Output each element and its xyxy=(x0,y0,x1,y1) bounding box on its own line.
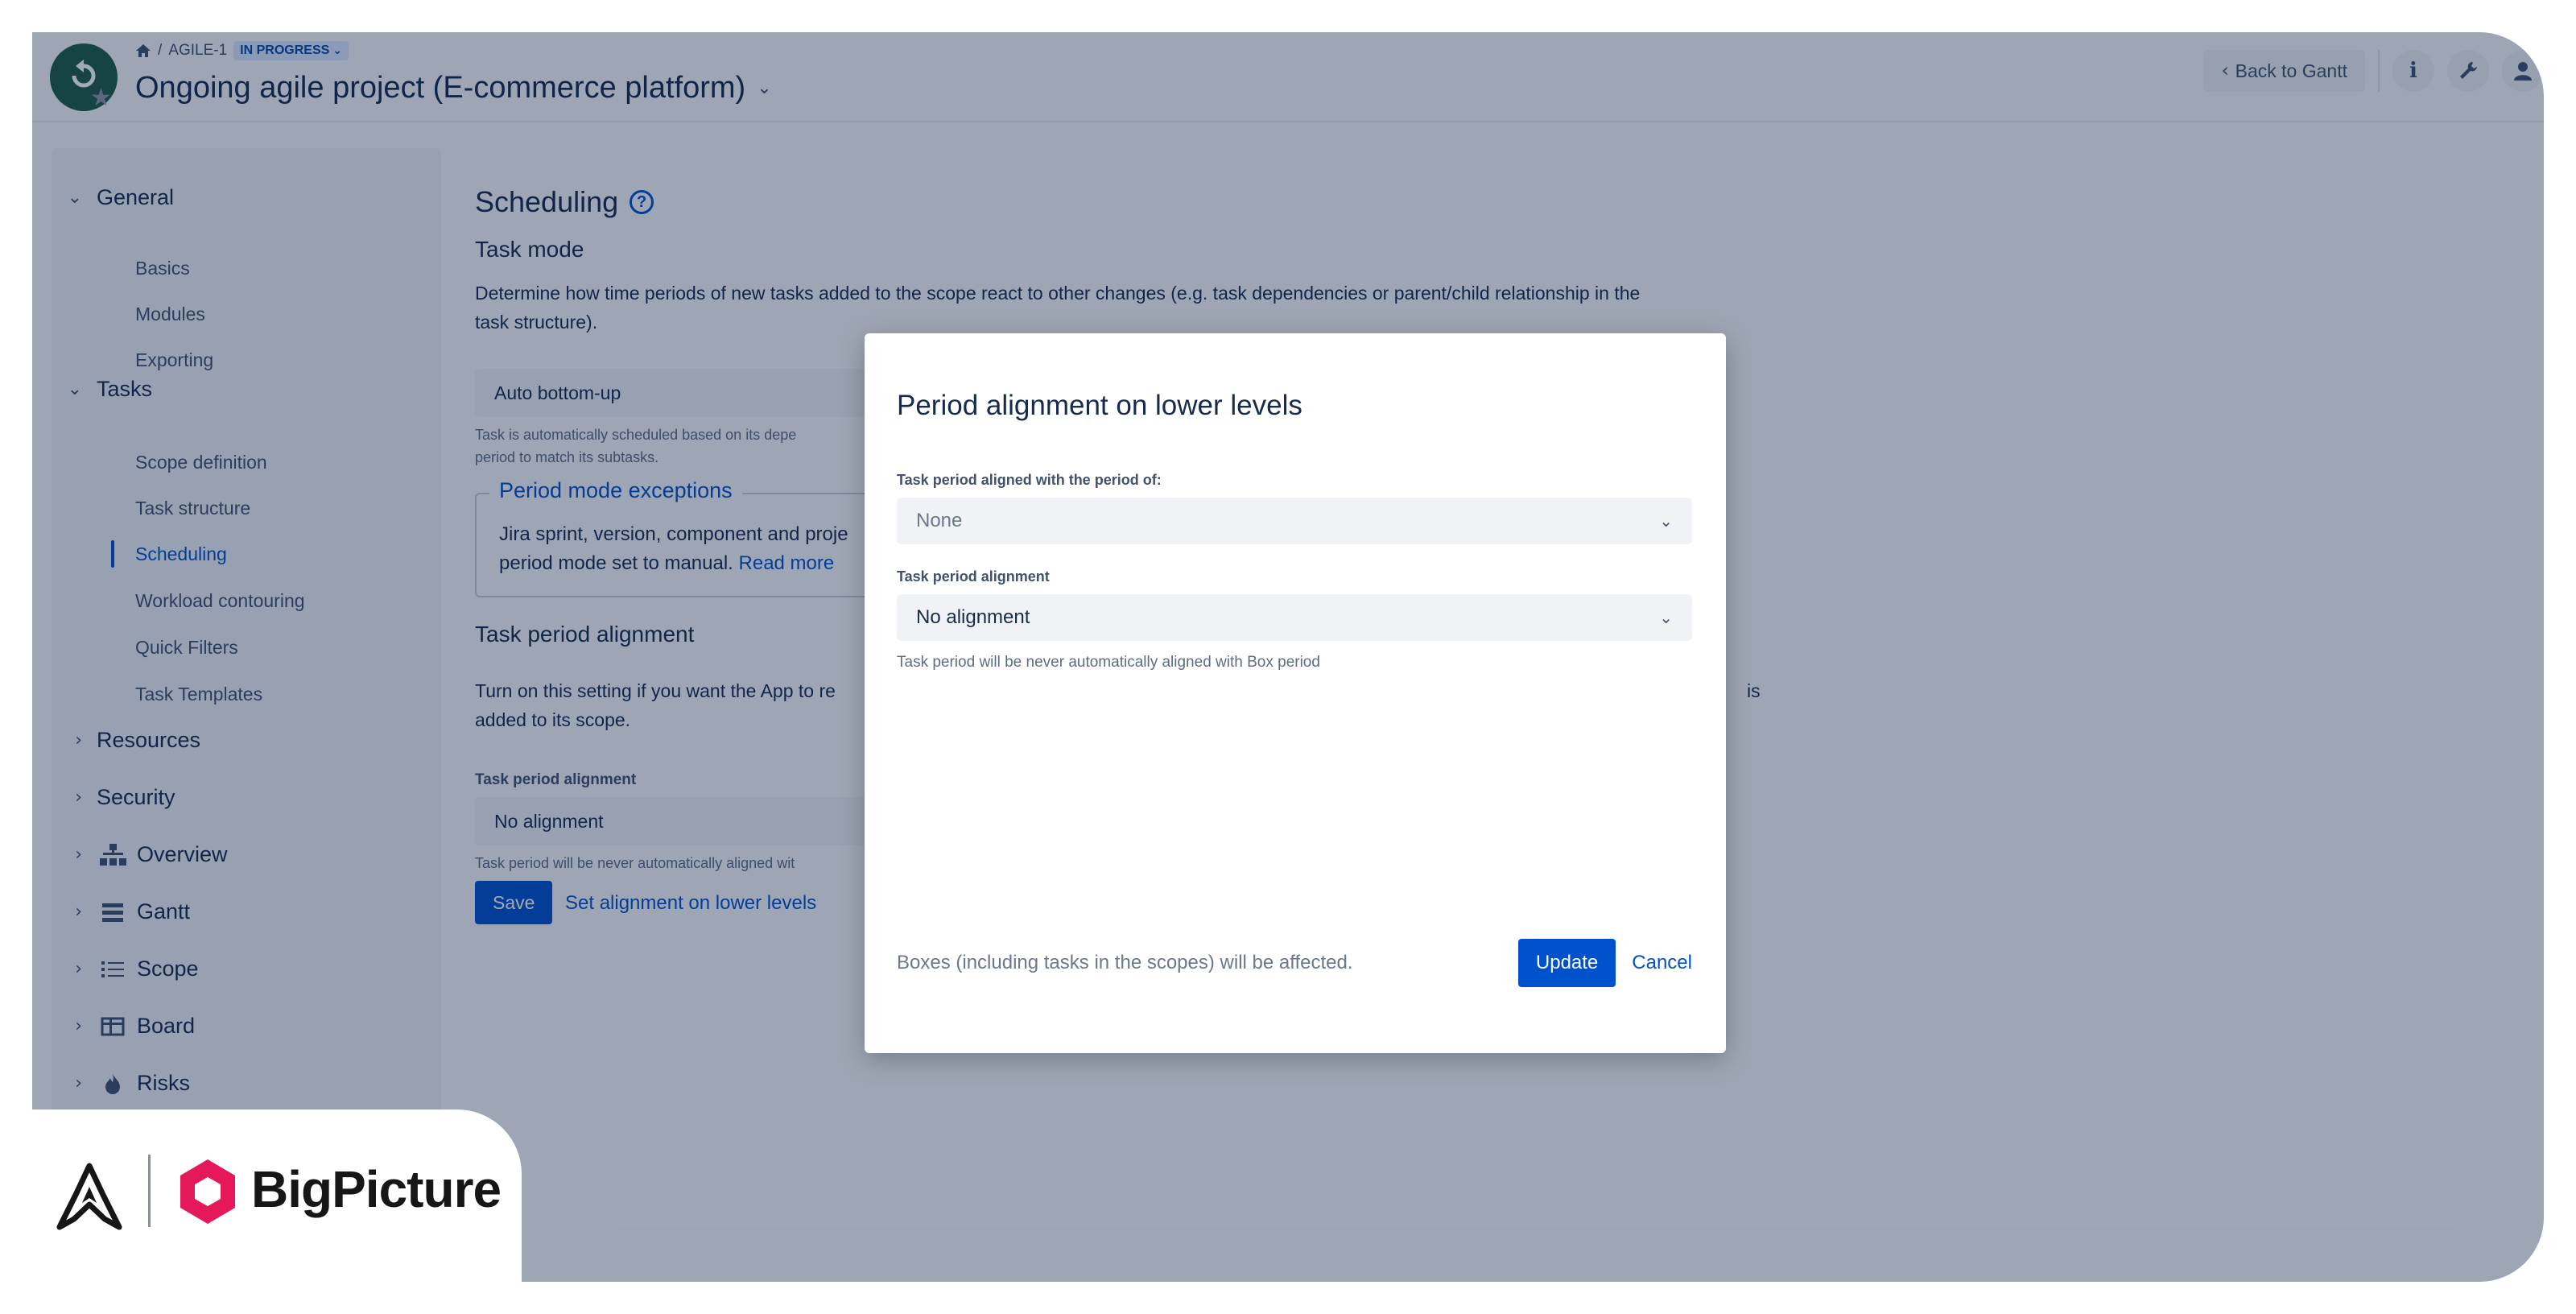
dialog-title: Period alignment on lower levels xyxy=(897,390,1302,421)
dialog-alignment-help: Task period will be never automatically … xyxy=(897,654,1320,671)
dialog-alignment-label: Task period alignment xyxy=(897,568,1050,585)
cancel-button[interactable]: Cancel xyxy=(1632,952,1692,974)
app-window: ★ / AGILE-1 IN PROGRESS ⌄ Ongoing agile … xyxy=(32,32,2544,1282)
chevron-down-icon: ⌄ xyxy=(1659,608,1673,627)
dialog-alignment-select[interactable]: No alignment ⌄ xyxy=(897,594,1692,641)
update-button[interactable]: Update xyxy=(1517,939,1616,987)
bigpicture-hexagon-icon xyxy=(180,1159,235,1224)
aligned-with-value: None xyxy=(916,510,963,531)
brand-card: BigPicture xyxy=(0,1109,522,1314)
app-frame: ★ / AGILE-1 IN PROGRESS ⌄ Ongoing agile … xyxy=(32,32,2544,1282)
appfire-logo-icon xyxy=(56,1163,122,1230)
brand-name: BigPicture xyxy=(251,1160,502,1218)
aligned-with-label: Task period aligned with the period of: xyxy=(897,472,1162,488)
aligned-with-select[interactable]: None ⌄ xyxy=(897,498,1692,544)
brand-divider xyxy=(148,1155,151,1227)
period-alignment-dialog: Period alignment on lower levels Task pe… xyxy=(865,333,1726,1053)
affected-notice: Boxes (including tasks in the scopes) wi… xyxy=(897,952,1353,973)
chevron-down-icon: ⌄ xyxy=(1659,511,1673,531)
dialog-alignment-value: No alignment xyxy=(916,606,1030,628)
dialog-actions: Update Cancel xyxy=(1517,939,1692,987)
dialog-footer: Boxes (including tasks in the scopes) wi… xyxy=(897,939,1692,987)
